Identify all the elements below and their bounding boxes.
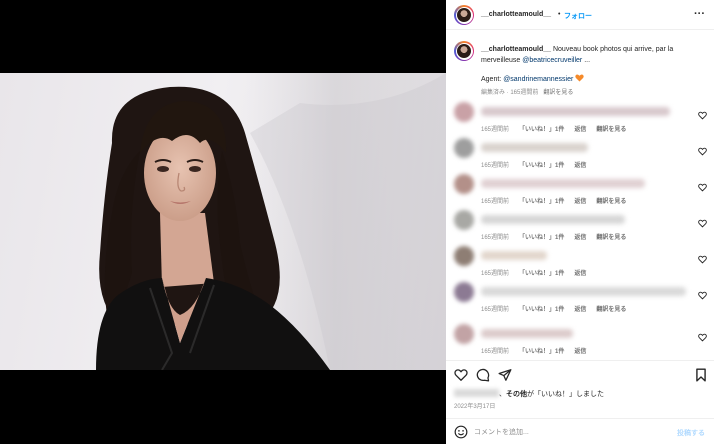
comment-row: 165週間前 「いいね！」1件 返信 翻訳を見る: [446, 102, 714, 133]
comment-time: 165週間前: [481, 235, 510, 241]
like-heart-icon[interactable]: [454, 368, 468, 382]
comment-meta: 165週間前 「いいね！」1件 返信: [481, 268, 596, 277]
post-header: __charlotteamould__ • フォロー ···: [446, 0, 714, 30]
comment-text-redacted: [481, 107, 670, 116]
comment-like-heart-icon[interactable]: [698, 147, 707, 156]
commenter-avatar-redacted[interactable]: [454, 174, 474, 194]
likes-summary: 、その他が「いいね！」しました: [454, 389, 604, 399]
caption-ellipsis: ...: [582, 57, 591, 64]
comment-text-redacted: [481, 329, 573, 338]
likes-others-link[interactable]: その他: [506, 391, 527, 398]
comment-text-redacted: [481, 287, 686, 296]
comment-meta: 165週間前 「いいね！」1件 返信 翻訳を見る: [481, 304, 636, 313]
agent-label: Agent:: [481, 76, 504, 83]
caption-meta: 編集済み · 165週間前 翻訳を見る: [481, 87, 573, 96]
comment-row: 165週間前 「いいね！」1件 返信: [446, 324, 714, 355]
comment-likes-count[interactable]: 「いいね！」1件: [519, 163, 564, 169]
caption-username[interactable]: __charlotteamould__: [481, 46, 551, 53]
caption-mention-photographer[interactable]: @beatricecruveiller: [522, 57, 582, 64]
agent-mention[interactable]: @sandrinemannessier: [503, 76, 573, 83]
comment-time: 165週間前: [481, 307, 510, 313]
emoji-smiley-icon[interactable]: [454, 425, 468, 439]
edited-time: 編集済み · 165週間前: [481, 90, 539, 96]
comment-reply-button[interactable]: 返信: [574, 307, 586, 313]
comment-likes-count[interactable]: 「いいね！」1件: [519, 127, 564, 133]
comment-likes-count[interactable]: 「いいね！」1件: [519, 271, 564, 277]
comment-text-redacted: [481, 215, 625, 224]
comment-time: 165週間前: [481, 271, 510, 277]
post-comment-button[interactable]: 投稿する: [677, 428, 705, 438]
comment-reply-button[interactable]: 返信: [574, 235, 586, 241]
commenter-avatar-redacted[interactable]: [454, 282, 474, 302]
separator-dot: •: [558, 11, 561, 18]
comment-text-redacted: [481, 143, 588, 152]
comment-likes-count[interactable]: 「いいね！」1件: [519, 199, 564, 205]
more-options-icon[interactable]: ···: [694, 8, 705, 20]
comment-row: 165週間前 「いいね！」1件 返信 翻訳を見る: [446, 174, 714, 205]
comment-translate-link[interactable]: 翻訳を見る: [596, 307, 626, 313]
post-date: 2022年3月17日: [454, 404, 496, 410]
comment-like-heart-icon[interactable]: [698, 255, 707, 264]
comment-time: 165週間前: [481, 127, 510, 133]
author-username[interactable]: __charlotteamould__: [481, 11, 551, 18]
post-details-panel: __charlotteamould__ • フォロー ··· __charlot…: [446, 0, 714, 444]
comment-like-heart-icon[interactable]: [698, 291, 707, 300]
portrait-image: [0, 73, 446, 370]
comment-text-redacted: [481, 179, 645, 188]
comment-time: 165週間前: [481, 163, 510, 169]
comment-row: 165週間前 「いいね！」1件 返信 翻訳を見る: [446, 210, 714, 241]
comment-like-heart-icon[interactable]: [698, 183, 707, 192]
comment-likes-count[interactable]: 「いいね！」1件: [519, 235, 564, 241]
comment-row: 165週間前 「いいね！」1件 返信: [446, 138, 714, 169]
comment-translate-link[interactable]: 翻訳を見る: [596, 235, 626, 241]
action-bar: [446, 360, 714, 386]
comment-time: 165週間前: [481, 199, 510, 205]
comment-translate-link[interactable]: 翻訳を見る: [596, 199, 626, 205]
comment-meta: 165週間前 「いいね！」1件 返信 翻訳を見る: [481, 196, 636, 205]
post-media-area: [0, 0, 446, 444]
comment-input[interactable]: [474, 426, 664, 438]
comment-bubble-icon[interactable]: [476, 368, 490, 382]
caption-author-avatar[interactable]: [454, 41, 474, 61]
comment-meta: 165週間前 「いいね！」1件 返信: [481, 160, 596, 169]
caption-translate-link[interactable]: 翻訳を見る: [543, 90, 573, 96]
comment-like-heart-icon[interactable]: [698, 111, 707, 120]
share-paperplane-icon[interactable]: [498, 368, 512, 382]
comment-likes-count[interactable]: 「いいね！」1件: [519, 349, 564, 355]
comment-reply-button[interactable]: 返信: [574, 163, 586, 169]
commenter-avatar-redacted[interactable]: [454, 324, 474, 344]
comment-translate-link[interactable]: 翻訳を見る: [596, 127, 626, 133]
author-avatar[interactable]: [454, 5, 474, 25]
comment-row: 165週間前 「いいね！」1件 返信: [446, 246, 714, 277]
comment-like-heart-icon[interactable]: [698, 219, 707, 228]
commenter-avatar-redacted[interactable]: [454, 210, 474, 230]
comment-like-heart-icon[interactable]: [698, 333, 707, 342]
bookmark-save-icon[interactable]: [694, 368, 708, 382]
add-comment-bar: 投稿する: [446, 418, 714, 444]
commenter-avatar-redacted[interactable]: [454, 246, 474, 266]
comment-meta: 165週間前 「いいね！」1件 返信 翻訳を見る: [481, 124, 636, 133]
instagram-post-modal: __charlotteamould__ • フォロー ··· __charlot…: [0, 0, 714, 444]
comment-reply-button[interactable]: 返信: [574, 271, 586, 277]
likes-text: が「いいね！」しました: [527, 391, 604, 398]
caption-agent-line: Agent: @sandrinemannessier: [481, 74, 584, 83]
comment-likes-count[interactable]: 「いいね！」1件: [519, 307, 564, 313]
comment-time: 165週間前: [481, 349, 510, 355]
comment-text-redacted: [481, 251, 547, 260]
orange-heart-icon: [575, 74, 584, 82]
comment-reply-button[interactable]: 返信: [574, 127, 586, 133]
liker-username-redacted[interactable]: [454, 389, 499, 397]
comment-reply-button[interactable]: 返信: [574, 349, 586, 355]
comment-meta: 165週間前 「いいね！」1件 返信 翻訳を見る: [481, 232, 636, 241]
comment-reply-button[interactable]: 返信: [574, 199, 586, 205]
commenter-avatar-redacted[interactable]: [454, 102, 474, 122]
comment-row: 165週間前 「いいね！」1件 返信 翻訳を見る: [446, 282, 714, 313]
likes-suffix: 、: [499, 391, 506, 398]
post-caption: __charlotteamould__ Nouveau book photos …: [481, 44, 706, 66]
post-photo[interactable]: [0, 73, 446, 370]
commenter-avatar-redacted[interactable]: [454, 138, 474, 158]
comment-meta: 165週間前 「いいね！」1件 返信: [481, 346, 596, 355]
follow-button[interactable]: フォロー: [564, 11, 592, 21]
